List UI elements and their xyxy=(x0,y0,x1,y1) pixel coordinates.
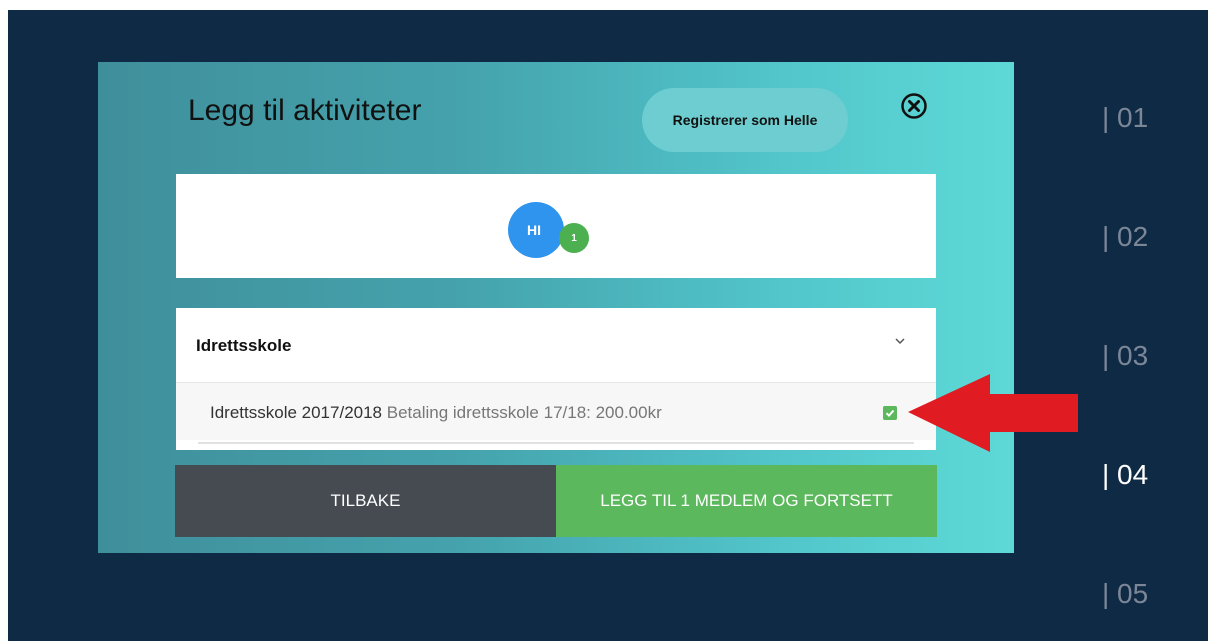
member-avatar[interactable]: HI xyxy=(508,202,564,258)
close-circle-icon[interactable] xyxy=(900,92,928,120)
member-activity-count-badge: 1 xyxy=(559,223,589,253)
divider xyxy=(198,442,914,444)
step-05[interactable]: | 05 xyxy=(1102,578,1148,610)
activity-label: Idrettsskole 2017/2018 Betaling idrettss… xyxy=(210,403,662,423)
activity-group-card: Idrettsskole Idrettsskole 2017/2018 Beta… xyxy=(176,308,936,450)
step-04[interactable]: | 04 xyxy=(1102,459,1148,491)
chevron-down-icon[interactable] xyxy=(892,335,908,347)
add-activities-modal: Legg til aktiviteter Registrerer som Hel… xyxy=(98,62,1014,553)
step-01[interactable]: | 01 xyxy=(1102,102,1148,134)
add-member-and-continue-button[interactable]: LEGG TIL 1 MEDLEM OG FORTSETT xyxy=(556,465,937,537)
activity-name: Idrettsskole 2017/2018 xyxy=(210,403,383,422)
members-card: HI 1 xyxy=(176,174,936,278)
back-button[interactable]: TILBAKE xyxy=(175,465,556,537)
activity-group-title: Idrettsskole xyxy=(196,336,292,355)
page-background: Legg til aktiviteter Registrerer som Hel… xyxy=(8,10,1208,641)
registering-as-badge: Registrerer som Helle xyxy=(642,88,848,152)
activity-price: Betaling idrettsskole 17/18: 200.00kr xyxy=(386,403,662,422)
red-arrow-annotation xyxy=(908,374,1078,452)
activity-row[interactable]: Idrettsskole 2017/2018 Betaling idrettss… xyxy=(176,382,936,440)
step-03[interactable]: | 03 xyxy=(1102,340,1148,372)
step-02[interactable]: | 02 xyxy=(1102,221,1148,253)
modal-title: Legg til aktiviteter xyxy=(188,94,422,127)
activity-group-header[interactable]: Idrettsskole xyxy=(176,308,936,382)
checkbox-checked-icon[interactable] xyxy=(883,406,897,420)
